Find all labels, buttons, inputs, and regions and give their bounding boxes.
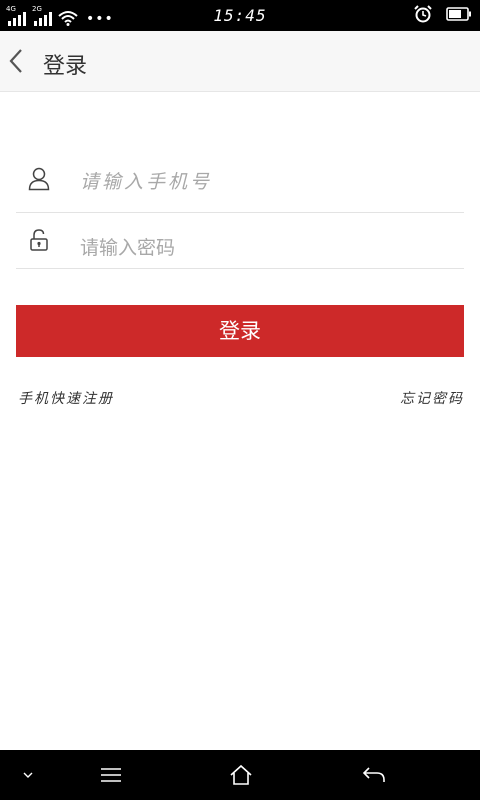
lock-icon (30, 229, 48, 251)
alarm-icon (414, 5, 432, 23)
clock: 15:45 (213, 6, 267, 25)
password-field[interactable]: 请输入密码 (16, 204, 464, 269)
battery-icon (446, 7, 471, 21)
user-icon (28, 167, 50, 191)
chevron-left-icon[interactable] (6, 47, 28, 75)
password-placeholder: 请输入密码 (80, 237, 176, 259)
status-right (414, 5, 472, 23)
chevron-down-icon[interactable] (22, 769, 34, 781)
page-title: 登录 (43, 54, 88, 79)
system-nav-bar (0, 750, 480, 800)
back-arrow-icon[interactable] (362, 766, 386, 784)
home-icon[interactable] (229, 764, 253, 786)
app-header: 登录 (0, 31, 480, 92)
phone-placeholder: 请输入手机号 (80, 171, 213, 193)
status-bar: 4G 2G ••• 15:45 (0, 0, 480, 31)
forgot-password-link[interactable]: 忘记密码 (400, 388, 464, 408)
menu-icon[interactable] (100, 767, 122, 783)
register-link[interactable]: 手机快速注册 (18, 388, 114, 408)
login-button[interactable]: 登录 (16, 305, 464, 357)
